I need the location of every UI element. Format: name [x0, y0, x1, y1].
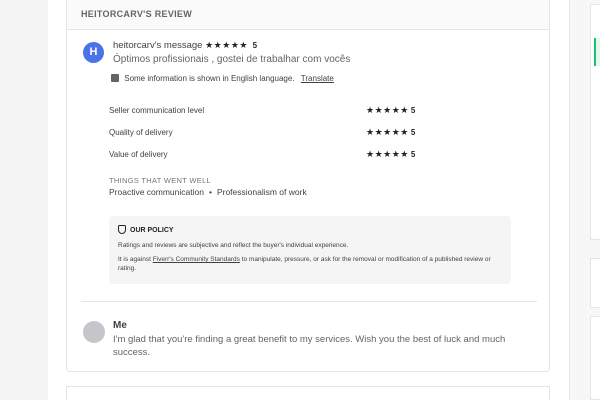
- reviewer-username[interactable]: heitorcarv's message: [113, 40, 202, 51]
- policy-text-pre: It is against: [118, 256, 153, 263]
- thing-item: Proactive communication: [109, 187, 204, 197]
- translate-link[interactable]: Translate: [301, 74, 334, 83]
- review-header: HEITORCARV'S REVIEW: [67, 0, 549, 30]
- rating-stars: ★★★★★ 5: [366, 105, 415, 116]
- divider: [81, 301, 537, 302]
- star-icons: ★★★★★: [366, 149, 409, 159]
- review-score: 5: [252, 41, 258, 50]
- rating-label: Quality of delivery: [109, 128, 173, 137]
- right-side-highlight: [594, 38, 600, 66]
- bullet-separator: •: [208, 187, 212, 197]
- rating-label: Seller communication level: [109, 106, 205, 115]
- next-review-card: [66, 386, 550, 400]
- thing-item: Professionalism of work: [216, 187, 307, 197]
- rating-score: 5: [410, 106, 416, 115]
- policy-line-1: Ratings and reviews are subjective and r…: [118, 242, 349, 249]
- right-side-card: [590, 258, 600, 308]
- star-icons: ★★★★★: [366, 105, 409, 115]
- policy-line-2: It is against Fiverr's Community Standar…: [118, 255, 502, 273]
- rating-score: 5: [410, 128, 416, 137]
- things-went-well-list: Proactive communication • Professionalism …: [109, 187, 307, 197]
- rating-stars: ★★★★★ 5: [366, 127, 415, 138]
- shield-icon: [118, 225, 126, 234]
- policy-box: OUR POLICY Ratings and reviews are subje…: [109, 216, 511, 284]
- right-side-card: [590, 316, 600, 400]
- rating-score: 5: [410, 150, 416, 159]
- policy-title-text: OUR POLICY: [130, 227, 174, 234]
- star-icons: ★★★★★: [205, 40, 248, 50]
- community-standards-link[interactable]: Fiverr's Community Standards: [153, 256, 240, 263]
- translate-icon: [111, 74, 119, 82]
- review-message-text: Óptimos profissionais , gostei de trabal…: [113, 54, 351, 65]
- review-card: HEITORCARV'S REVIEW H heitorcarv's messa…: [66, 0, 550, 372]
- review-message-header: heitorcarv's message ★★★★★ 5: [113, 40, 257, 51]
- translate-note: Some information is shown in English lan…: [124, 74, 295, 83]
- reply-author: Me: [113, 320, 127, 331]
- reply-text: I'm glad that you're finding a great ben…: [113, 334, 506, 358]
- translate-row: Some information is shown in English lan…: [111, 74, 334, 83]
- left-rail: [0, 0, 48, 400]
- rating-label: Value of delivery: [109, 150, 168, 159]
- reviewer-avatar[interactable]: H: [83, 42, 104, 63]
- policy-title: OUR POLICY: [118, 225, 502, 234]
- star-icons: ★★★★★: [366, 127, 409, 137]
- seller-avatar: [83, 321, 105, 343]
- rating-stars: ★★★★★ 5: [366, 149, 415, 160]
- things-went-well-title: THINGS THAT WENT WELL: [109, 176, 212, 185]
